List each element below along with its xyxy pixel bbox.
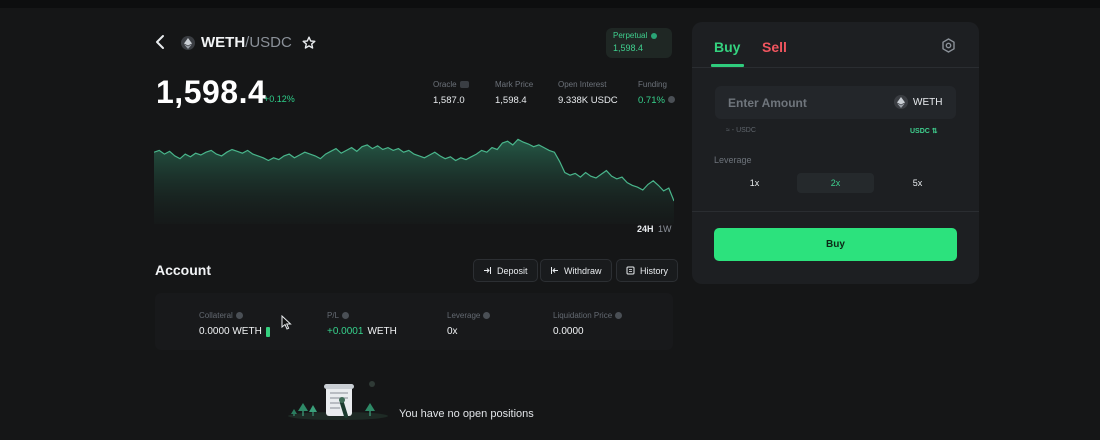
stat-label: Mark Price xyxy=(495,80,534,89)
unit-switch-button[interactable]: USDC ⇅ xyxy=(910,127,938,135)
pl-label: P/L xyxy=(327,311,340,320)
star-icon[interactable] xyxy=(302,36,316,50)
deposit-label: Deposit xyxy=(497,265,528,276)
info-icon xyxy=(651,32,658,39)
range-24h[interactable]: 24H xyxy=(637,224,654,234)
empty-positions-illustration xyxy=(288,381,388,420)
price-chart xyxy=(154,138,674,224)
withdraw-label: Withdraw xyxy=(564,265,602,276)
amount-usdc-estimate: ≈ - USDC xyxy=(726,127,756,134)
collateral-label: Collateral xyxy=(199,311,233,320)
collateral-column: Collateral 0.0000 WETH xyxy=(199,311,270,337)
info-icon xyxy=(483,312,491,319)
settings-icon[interactable] xyxy=(941,38,956,53)
history-button[interactable]: History xyxy=(616,259,679,282)
pl-column: P/L +0.0001 WETH xyxy=(327,311,397,337)
leverage-value: 0x xyxy=(447,326,458,337)
buy-button[interactable]: Buy xyxy=(714,228,957,261)
current-price: 1,598.4 xyxy=(156,74,267,110)
tab-sell[interactable]: Sell xyxy=(762,39,787,55)
stat-funding: Funding 0.71% xyxy=(638,80,675,106)
withdraw-icon xyxy=(551,267,558,274)
withdraw-button[interactable]: Withdraw xyxy=(540,259,612,282)
info-icon xyxy=(342,312,350,319)
stat-label: Open Interest xyxy=(558,80,607,89)
history-label: History xyxy=(640,265,669,276)
pair-base: WETH xyxy=(201,34,246,51)
stat-value: 1,598.4 xyxy=(495,95,527,106)
price-change: +0.12% xyxy=(264,94,295,104)
collateral-bar-icon xyxy=(265,326,270,337)
info-icon xyxy=(615,312,623,319)
range-1w[interactable]: 1W xyxy=(658,224,672,234)
pl-unit: WETH xyxy=(367,326,397,337)
stat-mark-price: Mark Price 1,598.4 xyxy=(495,80,533,106)
tab-buy[interactable]: Buy xyxy=(714,39,740,55)
liquidation-column: Liquidation Price 0.0000 xyxy=(553,311,623,337)
collateral-value: 0.0000 WETH xyxy=(199,326,262,337)
stat-open-interest: Open Interest 9.338K USDC xyxy=(558,80,618,106)
leverage-label: Leverage xyxy=(714,155,752,165)
eth-icon xyxy=(181,36,195,50)
info-icon xyxy=(667,96,675,103)
stat-value: 1,587.0 xyxy=(433,95,465,106)
amount-token-label: WETH xyxy=(913,96,943,108)
account-title: Account xyxy=(155,262,211,278)
cursor-icon xyxy=(281,315,292,330)
deposit-icon xyxy=(484,267,491,274)
stat-label: Funding xyxy=(638,80,667,89)
leverage-label: Leverage xyxy=(447,311,481,320)
back-arrow-icon[interactable] xyxy=(152,33,170,51)
stat-label: Oracle xyxy=(433,80,457,89)
divider xyxy=(692,211,979,212)
pair-quote: /USDC xyxy=(245,34,292,51)
funding-value: 0.71% xyxy=(638,95,665,106)
divider xyxy=(692,67,979,68)
leverage-option-5x[interactable]: 5x xyxy=(879,173,956,193)
info-icon xyxy=(235,312,243,319)
perpetual-badge: Perpetual 1,598.4 xyxy=(606,28,672,58)
perpetual-label: Perpetual xyxy=(613,31,648,40)
liquidation-label: Liquidation Price xyxy=(553,311,613,320)
liquidation-value: 0.0000 xyxy=(553,326,584,337)
amount-token-selector[interactable]: WETH xyxy=(894,95,942,109)
top-bar xyxy=(0,0,1100,8)
stat-value: 0.71% xyxy=(638,95,675,106)
chart-area xyxy=(154,139,674,224)
pair-title: WETH/USDC xyxy=(181,33,316,53)
leverage-option-1x[interactable]: 1x xyxy=(716,173,793,193)
stat-oracle: Oracle 1,587.0 xyxy=(433,80,469,106)
leverage-option-2x[interactable]: 2x xyxy=(797,173,874,193)
leverage-column: Leverage 0x xyxy=(447,311,491,337)
perpetual-value: 1,598.4 xyxy=(613,43,644,53)
eth-icon xyxy=(894,95,908,109)
deposit-button[interactable]: Deposit xyxy=(473,259,538,282)
info-icon xyxy=(459,81,469,88)
pl-amount: +0.0001 xyxy=(327,326,364,337)
empty-positions-text: You have no open positions xyxy=(399,408,534,420)
history-icon xyxy=(626,266,635,275)
stat-value: 9.338K USDC xyxy=(558,95,618,106)
